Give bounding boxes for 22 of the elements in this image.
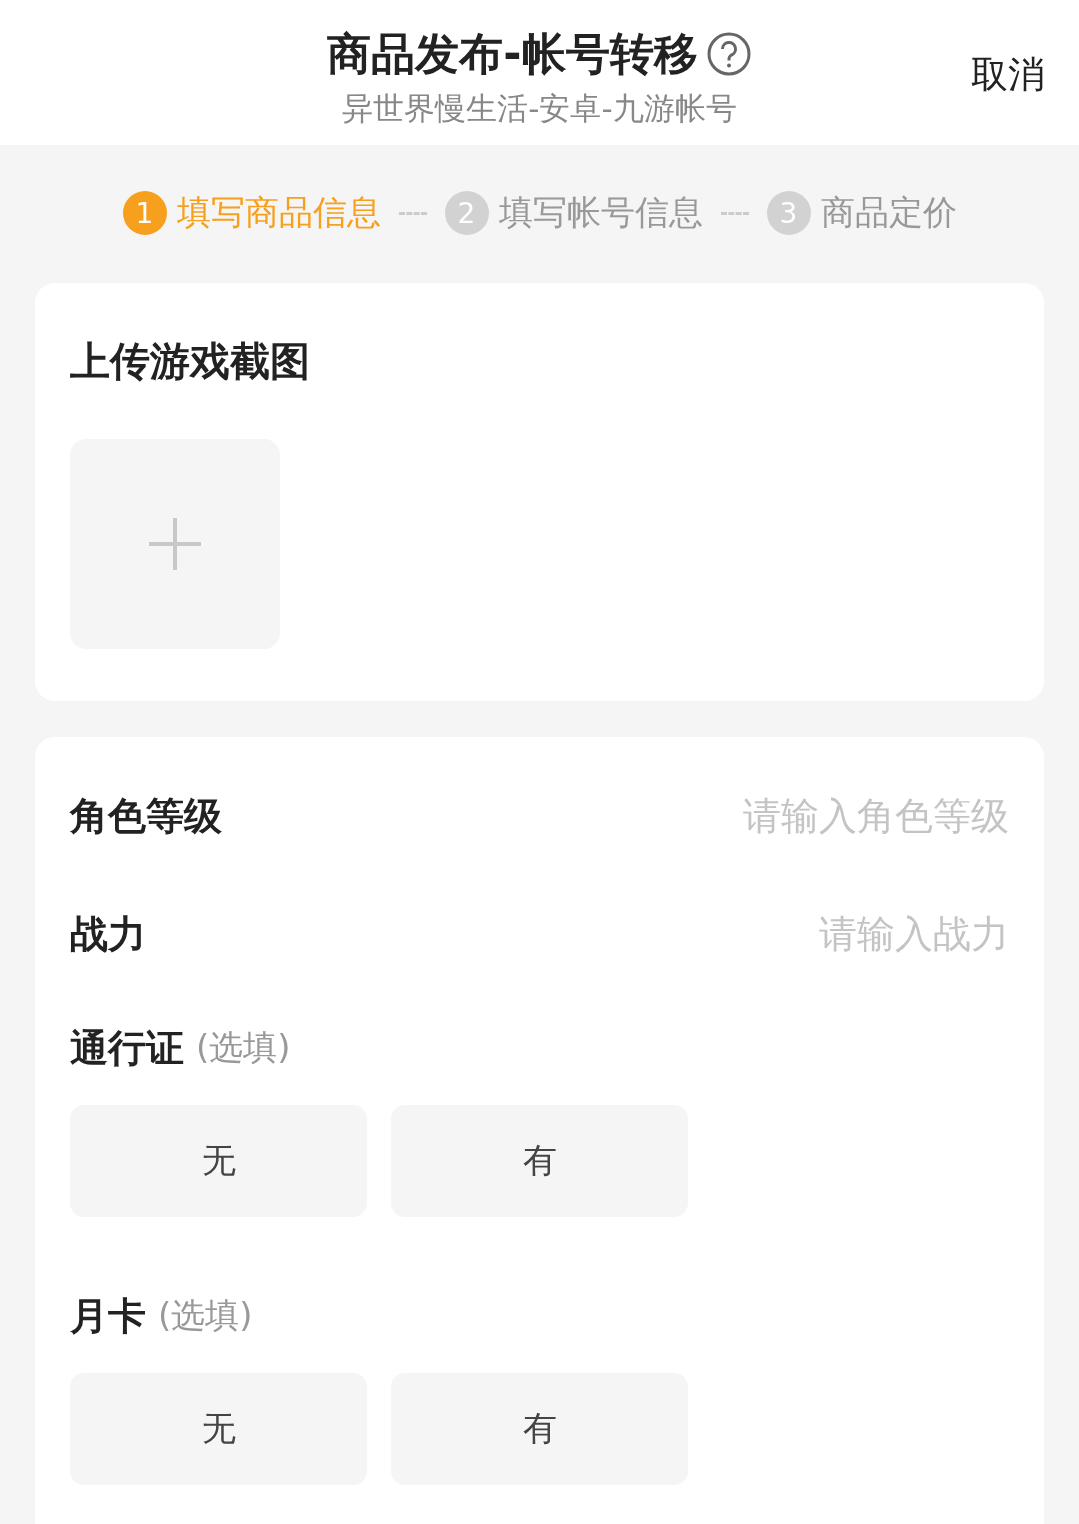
cancel-button[interactable]: 取消	[971, 50, 1045, 100]
page-subtitle: 异世界慢生活-安卓-九游帐号	[341, 89, 738, 128]
input-field[interactable]: 请输入战力	[589, 912, 1009, 956]
field-label: 通行证	[70, 1024, 184, 1072]
optional-hint: (选填)	[158, 1294, 253, 1337]
option-button[interactable]: 有	[391, 1105, 688, 1217]
step-label: 商品定价	[820, 191, 957, 234]
option-button[interactable]: 无	[70, 1373, 367, 1485]
option-button[interactable]: 有	[391, 1373, 688, 1485]
field-label: 战力	[70, 910, 146, 958]
input-field[interactable]: 请输入角色等级	[589, 794, 1009, 838]
option-button[interactable]: 无	[70, 1105, 367, 1217]
field-label: 角色等级	[70, 792, 222, 840]
field-label: 月卡	[70, 1292, 146, 1340]
step-label: 填写帐号信息	[498, 191, 703, 234]
optional-hint: (选填)	[196, 1026, 291, 1069]
section-title: 上传游戏截图	[70, 337, 311, 386]
step-number: 1	[122, 191, 167, 235]
help-icon[interactable]	[705, 31, 752, 77]
page-title: 商品发布-帐号转移	[327, 27, 698, 81]
step-label: 填写商品信息	[176, 191, 381, 234]
plus-icon	[147, 516, 203, 572]
